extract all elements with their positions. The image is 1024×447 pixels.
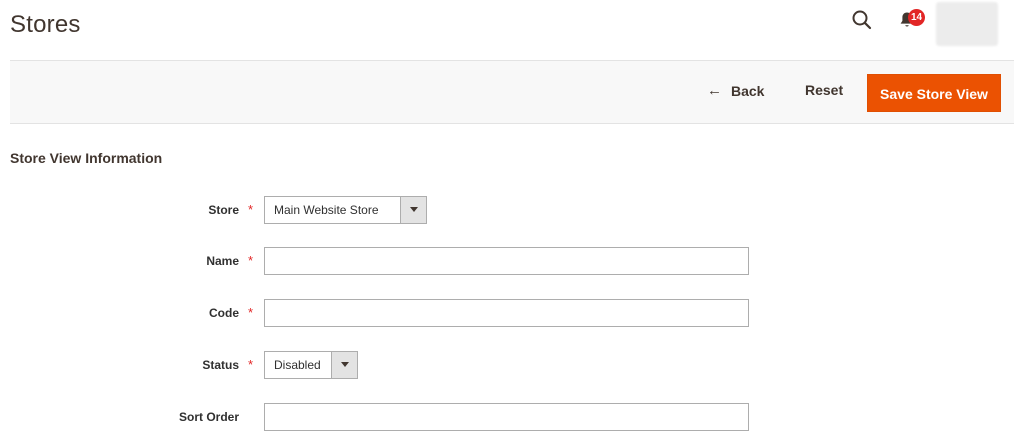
status-select[interactable]: Disabled — [264, 351, 358, 379]
reset-button[interactable]: Reset — [805, 82, 843, 98]
notification-count-badge: 14 — [908, 9, 926, 26]
status-required-mark: * — [248, 357, 254, 372]
store-select[interactable]: Main Website Store — [264, 196, 427, 224]
user-avatar[interactable] — [936, 2, 998, 46]
back-button[interactable]: ← Back — [707, 82, 764, 99]
search-icon[interactable] — [851, 9, 873, 31]
store-select-value: Main Website Store — [274, 203, 379, 217]
status-select-arrow — [331, 352, 357, 378]
section-title: Store View Information — [10, 150, 163, 166]
store-required-mark: * — [248, 202, 254, 217]
sort-order-input[interactable] — [264, 403, 749, 431]
code-required-mark: * — [248, 305, 254, 320]
back-arrow-icon: ← — [707, 82, 722, 99]
back-button-label: Back — [731, 82, 765, 99]
name-label: Name — [206, 254, 239, 268]
status-select-value: Disabled — [274, 358, 321, 372]
page-title: Stores — [10, 11, 81, 38]
status-label: Status — [202, 358, 239, 372]
sort-order-label: Sort Order — [178, 410, 239, 424]
code-input[interactable] — [264, 299, 749, 327]
store-select-arrow — [400, 197, 426, 223]
notifications-button[interactable]: 14 — [897, 8, 927, 32]
chevron-down-icon — [410, 207, 418, 212]
page-header: Stores 14 — [0, 0, 1024, 60]
store-label: Store — [208, 203, 239, 217]
page-actions-toolbar: ← Back Reset Save Store View — [10, 60, 1014, 124]
save-store-view-button[interactable]: Save Store View — [867, 74, 1001, 112]
name-input[interactable] — [264, 247, 749, 275]
code-label: Code — [209, 306, 239, 320]
name-required-mark: * — [248, 253, 254, 268]
chevron-down-icon — [341, 362, 349, 367]
